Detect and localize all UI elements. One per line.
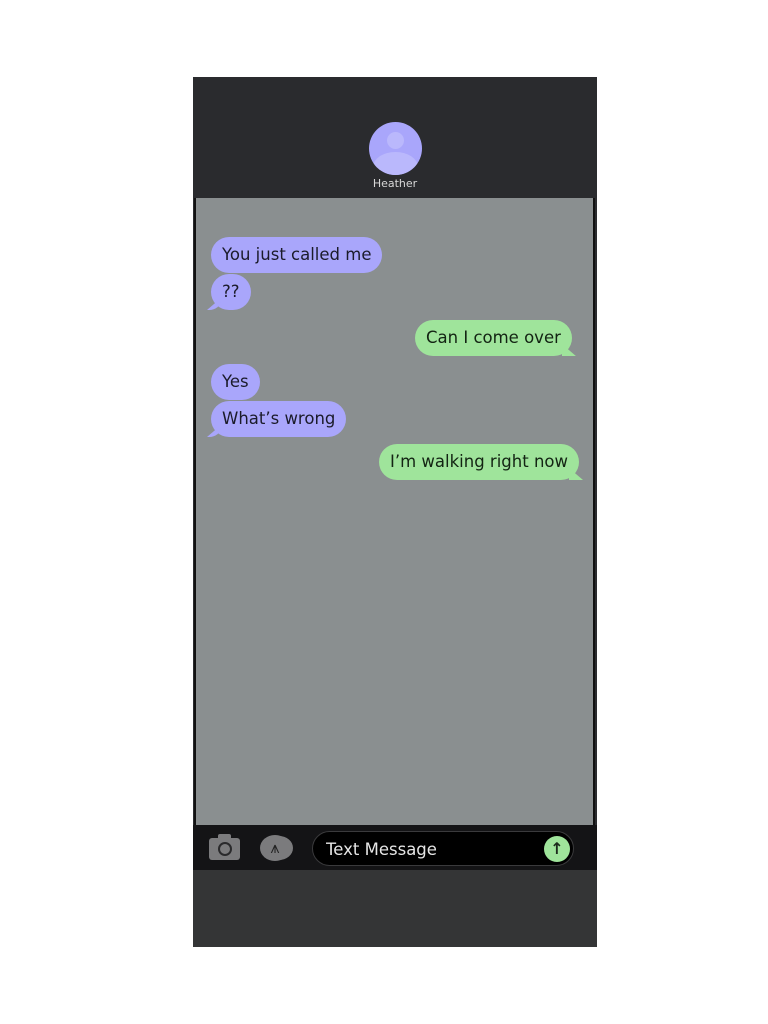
- message-thread: You just called me ?? Can I come over Ye…: [194, 198, 595, 825]
- camera-lens: [218, 842, 232, 856]
- contact-avatar[interactable]: [369, 122, 422, 175]
- arrow-up-icon: ↑: [550, 839, 564, 858]
- person-icon-body: [373, 152, 418, 175]
- message-bubble-incoming[interactable]: You just called me: [211, 237, 383, 273]
- app-store-icon[interactable]: ⩚: [260, 835, 290, 861]
- message-bubble-outgoing[interactable]: Can I come over: [415, 320, 572, 356]
- keyboard-area: [193, 870, 597, 947]
- contact-name[interactable]: Heather: [193, 177, 597, 190]
- send-button[interactable]: ↑: [544, 836, 570, 862]
- message-input[interactable]: [324, 832, 538, 867]
- message-bubble-incoming[interactable]: Yes: [211, 364, 260, 400]
- message-input-field[interactable]: ↑: [312, 831, 574, 867]
- message-bubble-incoming[interactable]: ??: [211, 274, 251, 310]
- message-bubble-incoming[interactable]: What’s wrong: [211, 401, 347, 437]
- camera-icon[interactable]: [209, 834, 240, 860]
- person-icon: [387, 132, 404, 149]
- conversation-header: Heather: [193, 77, 597, 198]
- phone-frame: Heather You just called me ?? Can I come…: [193, 77, 597, 947]
- compose-bar: ⩚ ↑: [193, 825, 597, 870]
- message-bubble-outgoing[interactable]: I’m walking right now: [379, 444, 579, 480]
